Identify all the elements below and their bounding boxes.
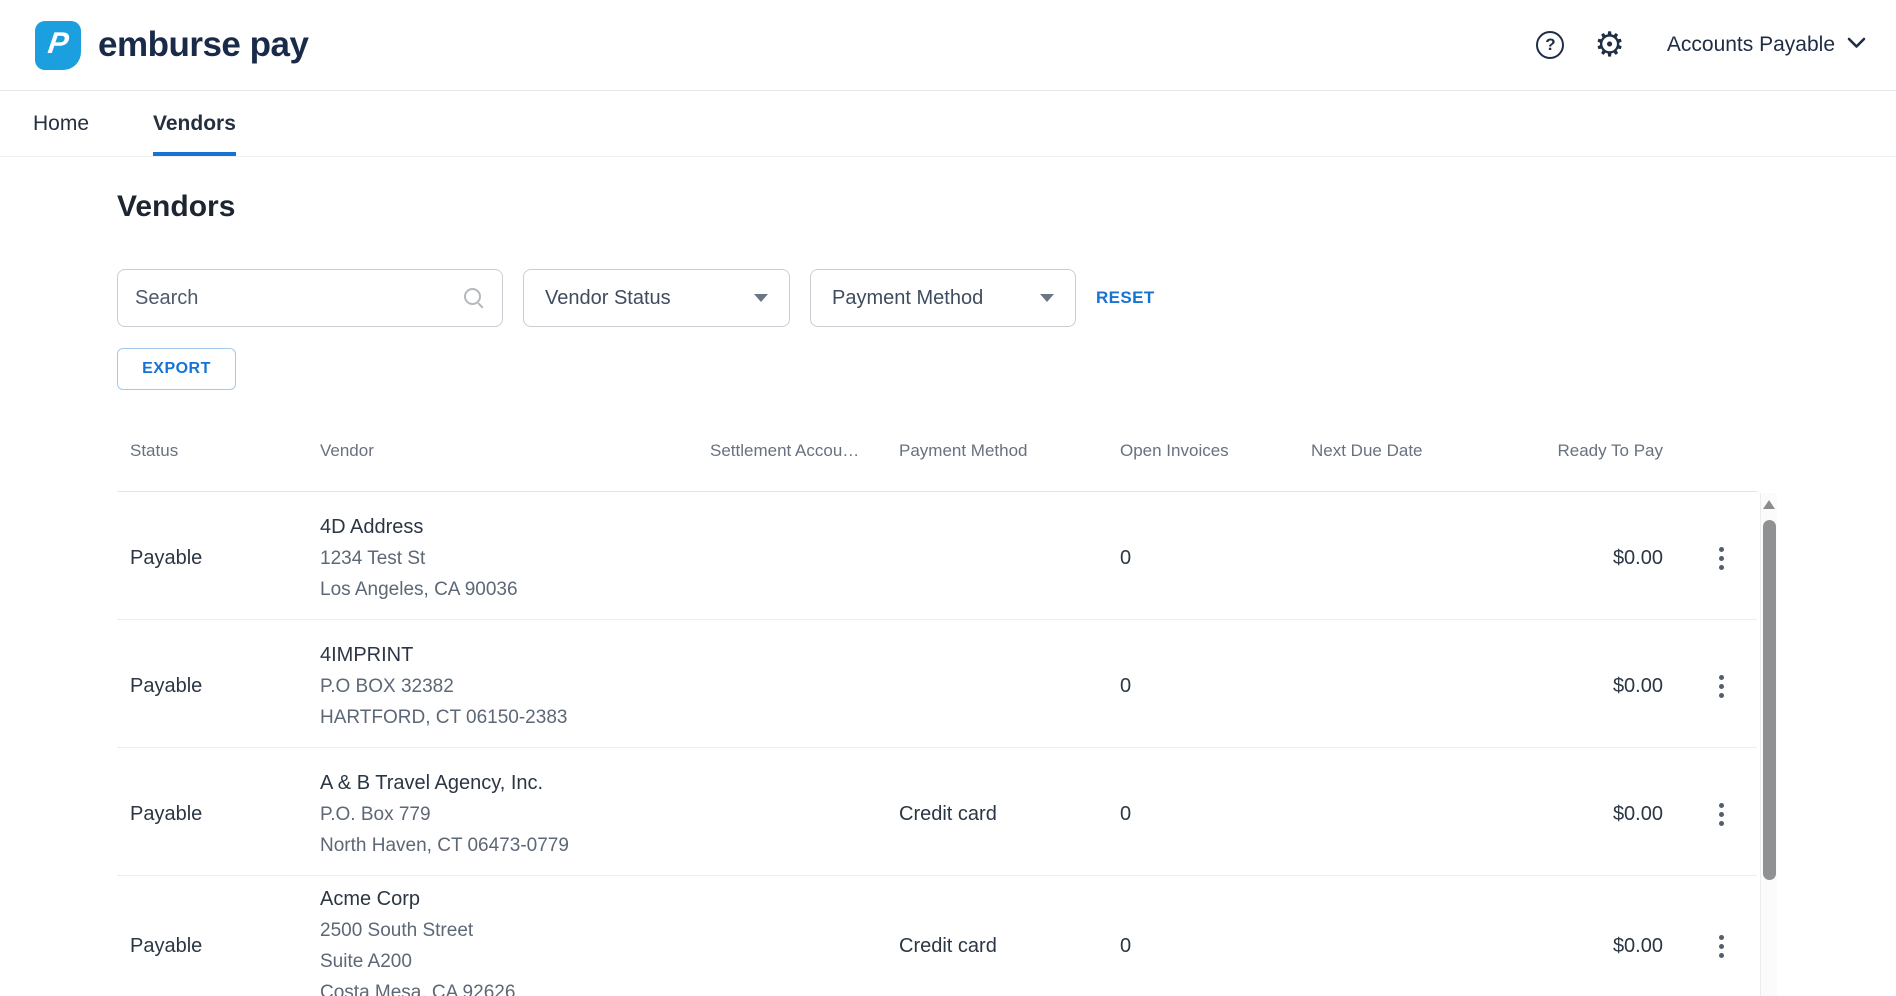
vendor-address: P.O. Box 779North Haven, CT 06473-0779 — [320, 799, 697, 861]
vendor-address-line: Costa Mesa, CA 92626 — [320, 977, 697, 996]
row-actions-cell — [1663, 929, 1757, 964]
table-row: Payable A & B Travel Agency, Inc. P.O. B… — [117, 748, 1757, 876]
main-content: Vendors Vendor Status Payment Method RES… — [117, 189, 1757, 996]
payment-method-label: Payment Method — [832, 287, 983, 310]
vendor-status-label: Vendor Status — [545, 287, 671, 310]
table-row: Payable 4D Address 1234 Test StLos Angel… — [117, 492, 1757, 620]
payment-method-value: Credit card — [886, 935, 1107, 958]
row-actions-cell — [1663, 541, 1757, 576]
caret-down-icon — [1040, 294, 1054, 302]
kebab-menu-icon[interactable] — [1713, 929, 1730, 964]
scrollbar-up-arrow-icon[interactable] — [1763, 500, 1775, 509]
open-invoices-value: 0 — [1107, 547, 1298, 570]
table-row: Payable 4IMPRINT P.O BOX 32382HARTFORD, … — [117, 620, 1757, 748]
column-header-next-due-date[interactable]: Next Due Date — [1298, 441, 1489, 461]
vendor-name: 4D Address — [320, 512, 697, 543]
main-nav: Home Vendors — [0, 91, 1896, 157]
open-invoices-value: 0 — [1107, 803, 1298, 826]
ready-to-pay-value: $0.00 — [1489, 803, 1663, 826]
search-input[interactable] — [135, 287, 463, 310]
kebab-menu-icon[interactable] — [1713, 669, 1730, 704]
column-header-payment-method[interactable]: Payment Method — [886, 441, 1107, 461]
ready-to-pay-value: $0.00 — [1489, 547, 1663, 570]
row-actions-cell — [1663, 669, 1757, 704]
ready-to-pay-value: $0.00 — [1489, 675, 1663, 698]
brand-logo: P emburse pay — [35, 21, 308, 70]
open-invoices-value: 0 — [1107, 675, 1298, 698]
filter-bar: Vendor Status Payment Method RESET — [117, 269, 1757, 327]
vendor-address-line: P.O BOX 32382 — [320, 671, 697, 702]
logo-p-glyph: P — [46, 29, 71, 62]
search-icon — [463, 287, 485, 309]
payment-method-value: Credit card — [886, 803, 1107, 826]
export-row: EXPORT — [117, 348, 1757, 390]
brand-name: emburse pay — [98, 25, 308, 65]
vendor-name: Acme Corp — [320, 884, 697, 915]
row-actions-cell — [1663, 797, 1757, 832]
payment-method-dropdown[interactable]: Payment Method — [810, 269, 1076, 327]
vendor-address-line: Los Angeles, CA 90036 — [320, 574, 697, 605]
nav-tab-home[interactable]: Home — [33, 91, 89, 156]
scrollbar-thumb[interactable] — [1763, 520, 1776, 880]
kebab-menu-icon[interactable] — [1713, 797, 1730, 832]
vendor-cell: 4D Address 1234 Test StLos Angeles, CA 9… — [307, 512, 697, 605]
nav-tab-vendors[interactable]: Vendors — [153, 91, 236, 156]
chevron-down-icon[interactable] — [1847, 36, 1866, 54]
export-button[interactable]: EXPORT — [117, 348, 236, 390]
column-header-settlement-account[interactable]: Settlement Accou… — [697, 441, 886, 461]
vendor-cell: Acme Corp 2500 South StreetSuite A200Cos… — [307, 884, 697, 996]
vendor-address-line: 2500 South Street — [320, 915, 697, 946]
table-header-row: Status Vendor Settlement Accou… Payment … — [117, 390, 1757, 492]
table-body: Payable 4D Address 1234 Test StLos Angel… — [117, 492, 1757, 996]
vendor-address-line: North Haven, CT 06473-0779 — [320, 830, 697, 861]
vertical-scrollbar[interactable] — [1760, 493, 1777, 996]
column-header-ready-to-pay[interactable]: Ready To Pay — [1489, 441, 1663, 461]
header-actions: ? ⚙ Accounts Payable — [1536, 28, 1866, 62]
column-header-vendor[interactable]: Vendor — [307, 441, 697, 461]
vendor-address-line: P.O. Box 779 — [320, 799, 697, 830]
page-title: Vendors — [117, 189, 1757, 225]
vendor-status-dropdown[interactable]: Vendor Status — [523, 269, 790, 327]
emburse-logo-icon: P — [35, 21, 81, 70]
vendor-status-value: Payable — [117, 935, 307, 958]
vendor-address: P.O BOX 32382HARTFORD, CT 06150-2383 — [320, 671, 697, 733]
vendor-address-line: HARTFORD, CT 06150-2383 — [320, 702, 697, 733]
vendor-address-line: 1234 Test St — [320, 543, 697, 574]
caret-down-icon — [754, 294, 768, 302]
vendor-address: 2500 South StreetSuite A200Costa Mesa, C… — [320, 915, 697, 996]
open-invoices-value: 0 — [1107, 935, 1298, 958]
vendor-name: A & B Travel Agency, Inc. — [320, 768, 697, 799]
help-icon[interactable]: ? — [1536, 31, 1564, 59]
vendor-status-value: Payable — [117, 803, 307, 826]
ready-to-pay-value: $0.00 — [1489, 935, 1663, 958]
table-row: Payable Acme Corp 2500 South StreetSuite… — [117, 876, 1757, 996]
app-header: P emburse pay ? ⚙ Accounts Payable — [0, 0, 1896, 91]
vendor-cell: A & B Travel Agency, Inc. P.O. Box 779No… — [307, 768, 697, 861]
column-header-status[interactable]: Status — [117, 441, 307, 461]
column-header-open-invoices[interactable]: Open Invoices — [1107, 441, 1298, 461]
vendor-address: 1234 Test StLos Angeles, CA 90036 — [320, 543, 697, 605]
vendor-status-value: Payable — [117, 547, 307, 570]
reset-filters-link[interactable]: RESET — [1096, 288, 1155, 308]
vendor-name: 4IMPRINT — [320, 640, 697, 671]
vendor-address-line: Suite A200 — [320, 946, 697, 977]
search-box — [117, 269, 503, 327]
gear-icon[interactable]: ⚙ — [1594, 28, 1624, 62]
vendor-status-value: Payable — [117, 675, 307, 698]
account-menu-label[interactable]: Accounts Payable — [1667, 33, 1835, 57]
kebab-menu-icon[interactable] — [1713, 541, 1730, 576]
vendor-cell: 4IMPRINT P.O BOX 32382HARTFORD, CT 06150… — [307, 640, 697, 733]
